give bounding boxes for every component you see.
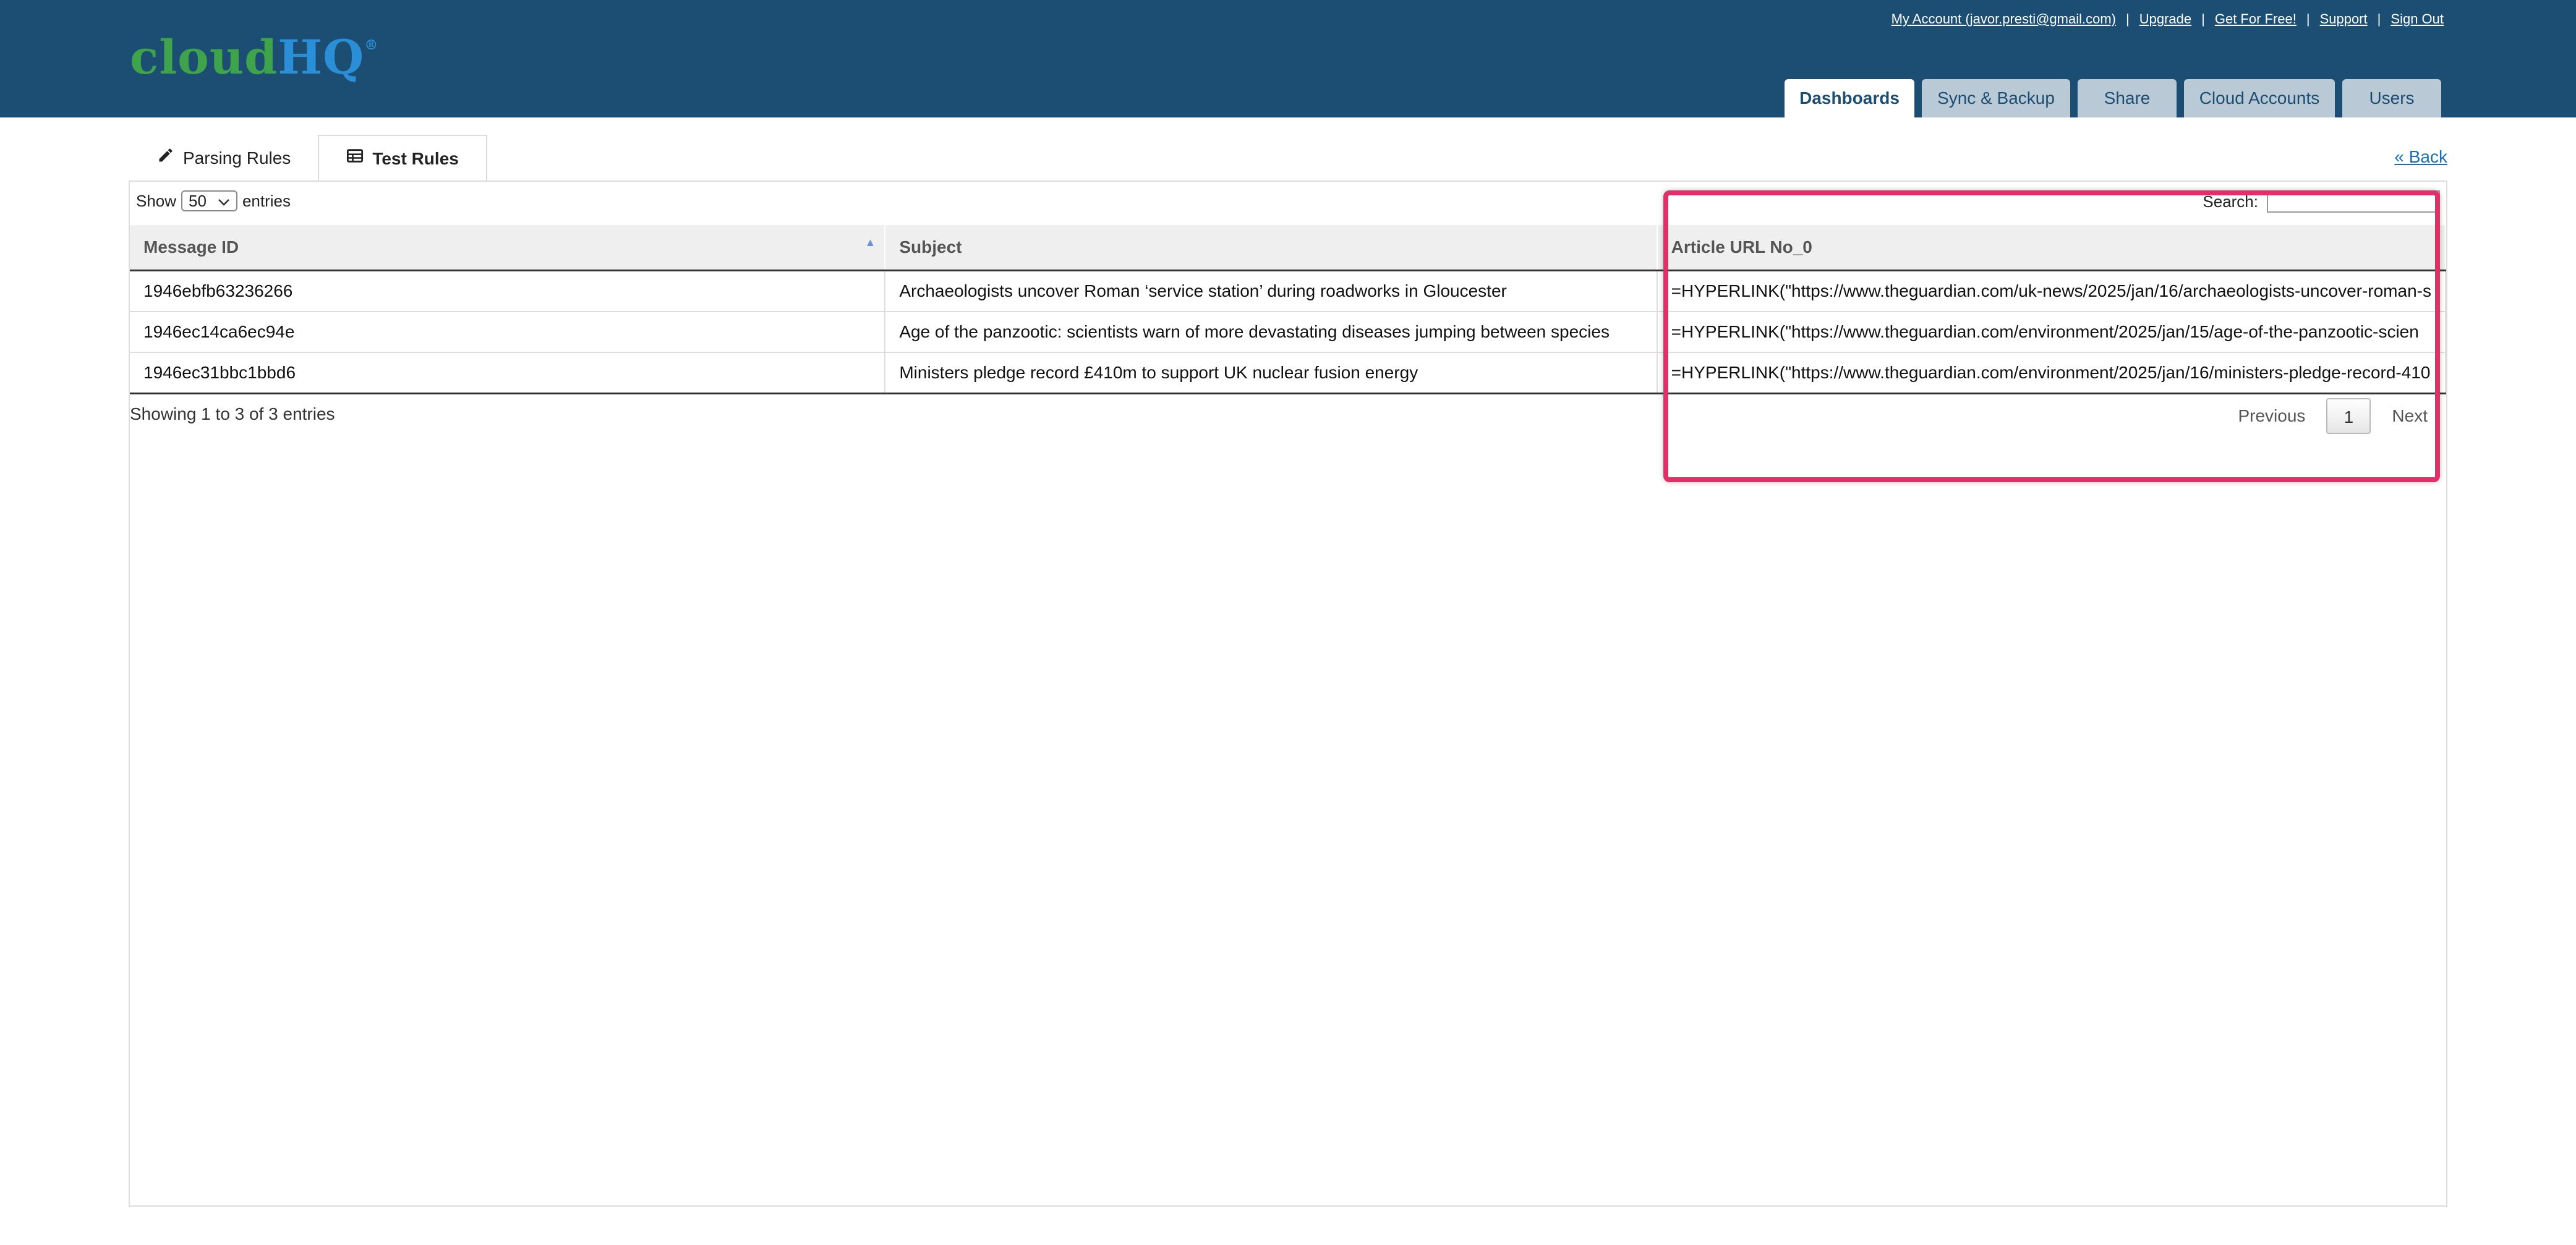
cell-subject: Age of the panzootic: scientists warn of… <box>885 312 1658 353</box>
logo-registered-mark: ® <box>364 37 379 53</box>
next-button[interactable]: Next <box>2392 406 2428 426</box>
table-row[interactable]: 1946ec31bbc1bbd6 Ministers pledge record… <box>130 352 2446 394</box>
rule-tabs: Parsing Rules Test Rules <box>130 135 487 182</box>
column-header-article-url[interactable]: Article URL No_0 <box>1657 225 2446 271</box>
cell-message-id: 1946ec31bbc1bbd6 <box>130 352 886 394</box>
nav-tab-dashboards[interactable]: Dashboards <box>1785 79 1914 117</box>
table-info: Showing 1 to 3 of 3 entries <box>130 404 335 423</box>
page-1-button[interactable]: 1 <box>2326 398 2371 434</box>
show-label: Show <box>136 191 177 210</box>
page-size-value: 50 <box>189 191 207 210</box>
my-account-link[interactable]: My Account (javor.presti@gmail.com) <box>1891 11 2116 27</box>
cell-article-url: =HYPERLINK("https://www.theguardian.com/… <box>1657 270 2446 312</box>
sort-ascending-icon: ▲ <box>864 236 876 249</box>
column-header-message-id[interactable]: Message ID ▲ <box>130 225 886 271</box>
cell-subject: Ministers pledge record £410m to support… <box>885 352 1658 394</box>
nav-tab-sync-backup[interactable]: Sync & Backup <box>1922 79 2070 117</box>
upgrade-link[interactable]: Upgrade <box>2139 11 2191 27</box>
sign-out-link[interactable]: Sign Out <box>2390 11 2444 27</box>
results-table: Message ID ▲ Subject Article URL No_0 19… <box>130 225 2446 394</box>
page-size-control: Show 50 entries <box>136 190 291 211</box>
main-nav: Dashboards Sync & Backup Share Cloud Acc… <box>1785 79 2441 117</box>
entries-label: entries <box>242 191 291 210</box>
cell-article-url: =HYPERLINK("https://www.theguardian.com/… <box>1657 312 2446 353</box>
cell-subject: Archaeologists uncover Roman ‘service st… <box>885 270 1658 312</box>
pagination: Previous 1 Next <box>2238 398 2428 434</box>
table-row[interactable]: 1946ebfb63236266 Archaeologists uncover … <box>130 270 2446 312</box>
tab-test-rules[interactable]: Test Rules <box>318 135 487 182</box>
link-separator: | <box>2377 11 2381 27</box>
table-header-row: Message ID ▲ Subject Article URL No_0 <box>130 225 2446 271</box>
page-size-select[interactable]: 50 <box>181 190 237 211</box>
support-link[interactable]: Support <box>2320 11 2368 27</box>
column-header-subject[interactable]: Subject <box>885 225 1658 271</box>
cell-article-url: =HYPERLINK("https://www.theguardian.com/… <box>1657 352 2446 394</box>
nav-tab-cloud-accounts[interactable]: Cloud Accounts <box>2184 79 2335 117</box>
nav-tab-users[interactable]: Users <box>2342 79 2441 117</box>
logo-text-hq: HQ <box>278 30 365 85</box>
tab-parsing-rules[interactable]: Parsing Rules <box>130 135 318 182</box>
link-separator: | <box>2306 11 2310 27</box>
chevron-down-icon <box>218 192 230 211</box>
link-separator: | <box>2201 11 2205 27</box>
cell-message-id: 1946ec14ca6ec94e <box>130 312 886 353</box>
column-header-label: Article URL No_0 <box>1671 237 1812 257</box>
nav-tab-share[interactable]: Share <box>2078 79 2177 117</box>
previous-button[interactable]: Previous <box>2238 406 2305 426</box>
pencil-icon <box>157 135 174 182</box>
top-header: cloudHQ® My Account (javor.presti@gmail.… <box>0 0 2576 117</box>
link-separator: | <box>2126 11 2130 27</box>
column-header-label: Message ID <box>143 237 239 257</box>
cell-message-id: 1946ebfb63236266 <box>130 270 886 312</box>
cloudhq-logo[interactable]: cloudHQ® <box>130 30 378 85</box>
account-links: My Account (javor.presti@gmail.com) | Upgr… <box>1891 11 2444 27</box>
tab-test-rules-label: Test Rules <box>372 149 459 168</box>
get-for-free-link[interactable]: Get For Free! <box>2215 11 2297 27</box>
search-input[interactable] <box>2267 190 2440 213</box>
search-control: Search: <box>2203 190 2440 213</box>
back-link[interactable]: « Back <box>2394 147 2447 167</box>
column-header-label: Subject <box>899 237 962 257</box>
table-row[interactable]: 1946ec14ca6ec94e Age of the panzootic: s… <box>130 312 2446 353</box>
search-label: Search: <box>2203 192 2258 211</box>
table-icon <box>346 135 364 182</box>
results-panel: Show 50 entries Search: Message ID ▲ Sub… <box>129 181 2447 1207</box>
tab-parsing-rules-label: Parsing Rules <box>183 148 291 168</box>
logo-text-cloud: cloud <box>130 30 278 85</box>
